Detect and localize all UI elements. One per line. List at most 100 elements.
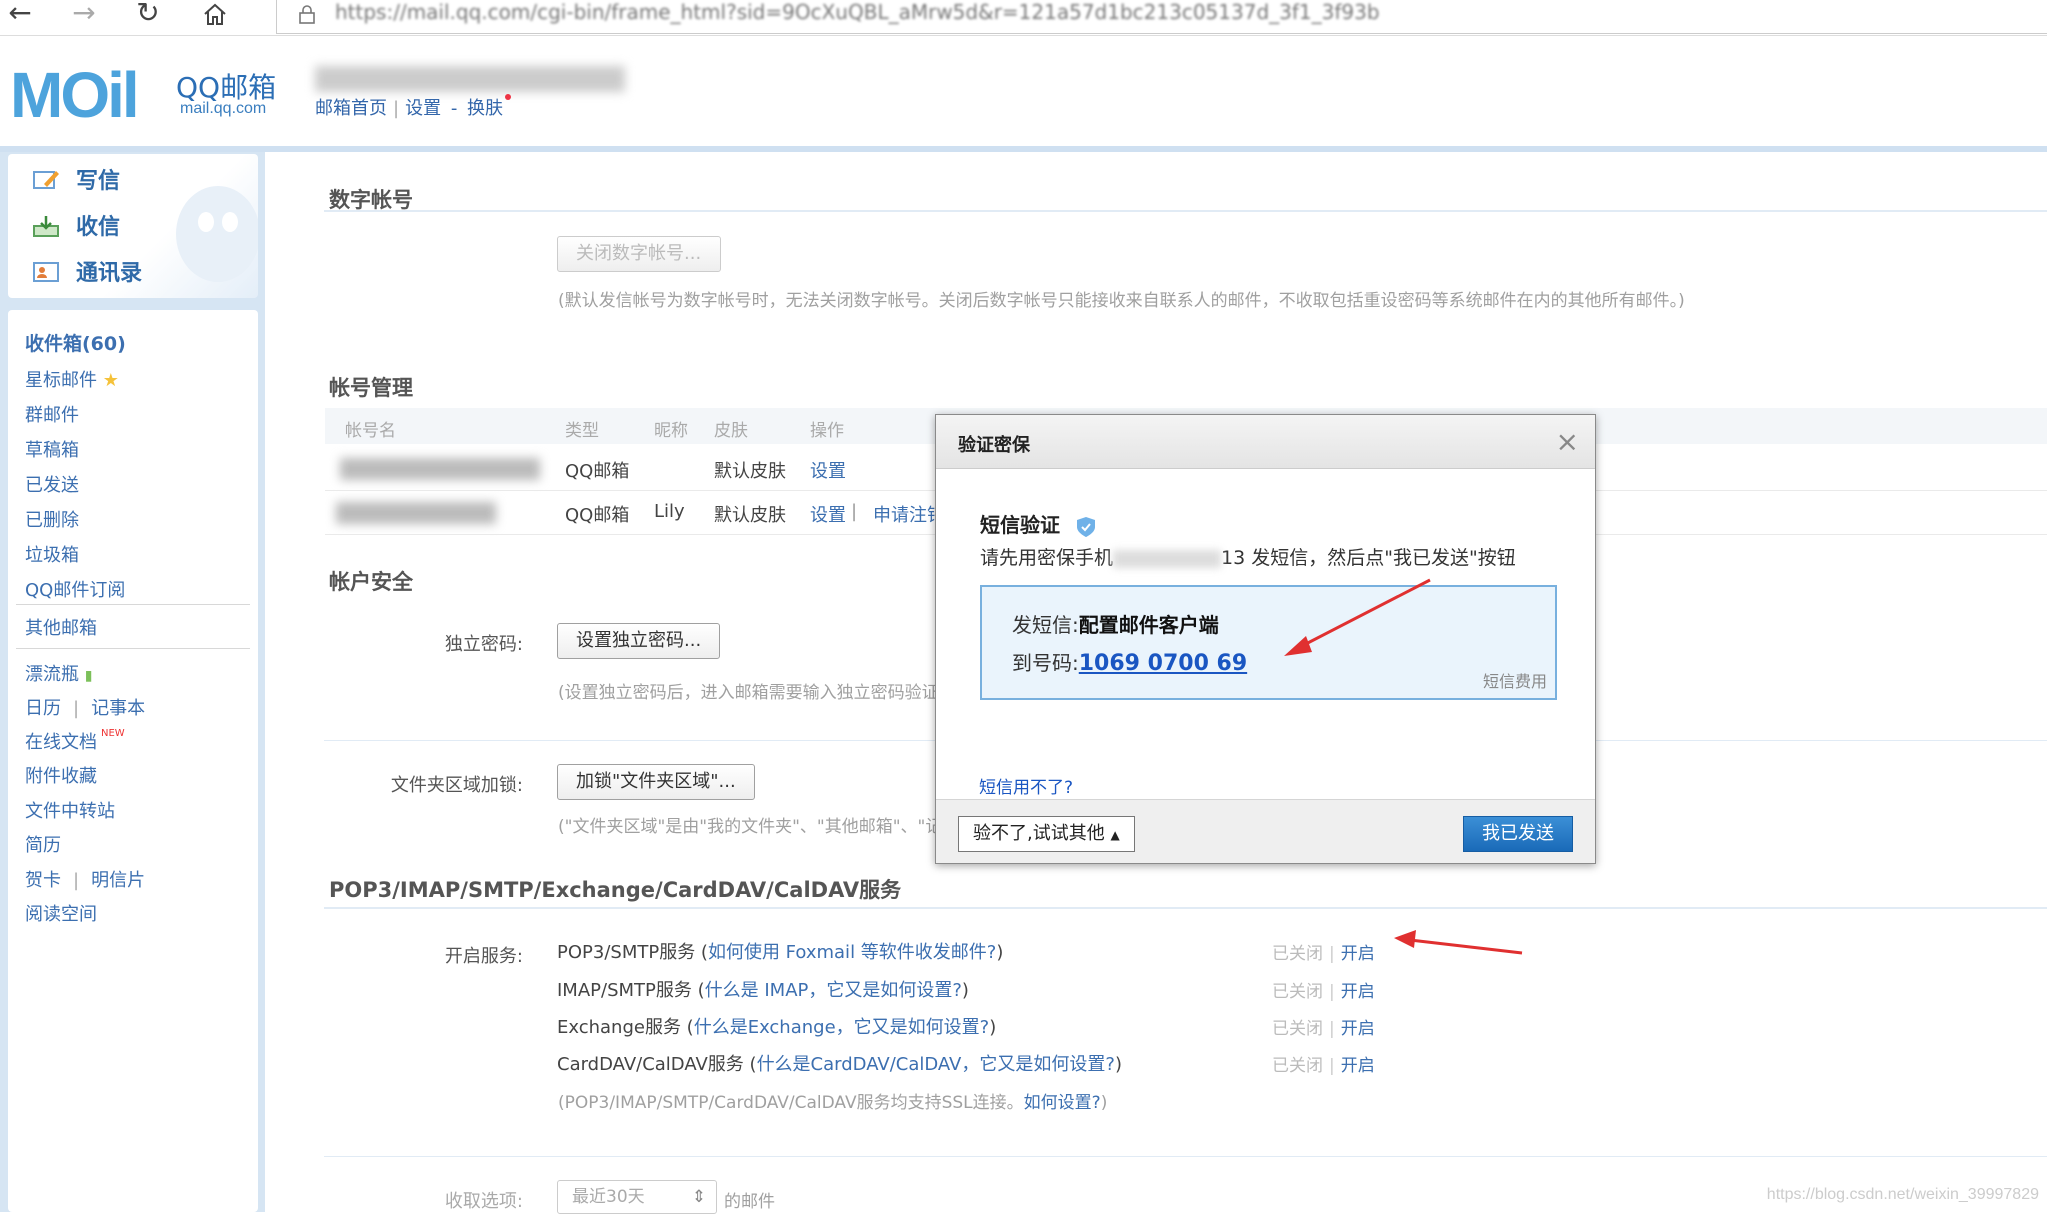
sms-info-box: 发短信:配置邮件客户端 到号码:1069 0700 69 短信费用 [980, 585, 1557, 700]
mail-logo[interactable]: MOil [10, 60, 137, 130]
receive-range-select[interactable]: 最近30天⇕ [557, 1180, 717, 1214]
account-name-blurred [336, 502, 496, 524]
receive-button[interactable]: 收信 [32, 210, 120, 246]
contacts-icon [32, 260, 60, 284]
lock-folder-button[interactable]: 加锁"文件夹区域"... [557, 764, 755, 800]
sms-instruction: 请先用密保手机13 发短信，然后点"我已发送"按钮 [980, 543, 1516, 570]
lock-icon [297, 4, 317, 24]
browser-toolbar: ← → ↻ https://mail.qq.com/cgi-bin/frame_… [0, 0, 2047, 36]
select-arrow-icon: ⇕ [692, 1181, 706, 1213]
close-digital-account-button[interactable]: 关闭数字帐号... [557, 236, 721, 272]
password-note: (设置独立密码后，进入邮箱需要输入独立密码验证) [558, 678, 945, 703]
section-line [324, 1156, 2047, 1157]
service-carddav-status: 已关闭|开启 [1272, 1051, 1375, 1076]
table-row-1-type: QQ邮箱 [565, 457, 629, 483]
table-row-2-nickname: Lily [654, 501, 685, 522]
folder-lock-label: 文件夹区域加锁: [391, 771, 523, 797]
ops-separator: | [851, 501, 857, 522]
nav-skin-link[interactable]: 换肤 [467, 98, 503, 119]
col-account: 帐号名 [345, 416, 396, 441]
sms-content-row: 发短信:配置邮件客户端 [1012, 609, 1219, 638]
section-title-accounts: 帐号管理 [329, 372, 413, 402]
refresh-icon[interactable]: ↻ [128, 0, 168, 30]
back-arrow-icon[interactable]: ← [0, 0, 40, 30]
table-row-2-skin: 默认皮肤 [714, 501, 786, 527]
top-links: 邮箱首页|设置 - 换肤 [315, 94, 511, 120]
file-transfer-link[interactable]: 文件中转站 [25, 797, 115, 823]
service-carddav: CardDAV/CalDAV服务 (什么是CardDAV/CalDAV，它又是如… [557, 1050, 1122, 1076]
username-blurred [315, 66, 625, 92]
sms-number-row: 到号码:1069 0700 69 [1012, 647, 1247, 676]
service-exchange-help-link[interactable]: 什么是Exchange，它又是如何设置? [694, 1017, 990, 1038]
sms-number-link[interactable]: 1069 0700 69 [1079, 651, 1247, 676]
service-exchange-status: 已关闭|开启 [1272, 1014, 1375, 1039]
calendar-notebook-row: 日历|记事本 [25, 694, 145, 720]
resume-link[interactable]: 简历 [25, 831, 61, 857]
address-bar[interactable]: https://mail.qq.com/cgi-bin/frame_html?s… [276, 0, 2047, 34]
folder-inbox[interactable]: 收件箱(60) [25, 329, 126, 356]
ssl-note: (POP3/IMAP/SMTP/CardDAV/CalDAV服务均支持SSL连接… [558, 1088, 1107, 1113]
folder-deleted[interactable]: 已删除 [25, 506, 79, 532]
table-row-2-type: QQ邮箱 [565, 501, 629, 527]
service-imap-help-link[interactable]: 什么是 IMAP，它又是如何设置? [705, 980, 962, 1001]
home-icon[interactable] [195, 0, 235, 30]
close-icon[interactable]: × [1556, 425, 1579, 458]
col-ops: 操作 [810, 416, 844, 441]
mail-header: MOil QQ邮箱 mail.qq.com 邮箱首页|设置 - 换肤 [0, 36, 2047, 148]
table-row-2-settings-link[interactable]: 设置 [810, 501, 846, 527]
enable-carddav-link[interactable]: 开启 [1341, 1056, 1375, 1076]
contacts-button[interactable]: 通讯录 [32, 256, 142, 292]
col-nickname: 昵称 [654, 416, 688, 441]
notebook-link[interactable]: 记事本 [91, 698, 145, 719]
table-row-1-skin: 默认皮肤 [714, 457, 786, 483]
folder-sent[interactable]: 已发送 [25, 471, 79, 497]
penguin-watermark-icon [148, 174, 258, 284]
nav-settings-link[interactable]: 设置 [405, 98, 441, 119]
cards-postcard-row: 贺卡|明信片 [25, 866, 145, 892]
set-password-button[interactable]: 设置独立密码... [557, 623, 720, 659]
cards-link[interactable]: 贺卡 [25, 870, 61, 891]
folder-spam[interactable]: 垃圾箱 [25, 541, 79, 567]
postcard-link[interactable]: 明信片 [91, 870, 145, 891]
sidebar-actions: 写信 收信 通讯录 [8, 154, 258, 298]
service-imap-status: 已关闭|开启 [1272, 977, 1375, 1002]
sms-content: 配置邮件客户端 [1079, 613, 1219, 637]
service-imap: IMAP/SMTP服务 (什么是 IMAP，它又是如何设置?) [557, 976, 969, 1002]
nav-home-link[interactable]: 邮箱首页 [315, 98, 387, 119]
ssl-help-link[interactable]: 如何设置? [1024, 1093, 1101, 1113]
enable-pop3-link[interactable]: 开启 [1341, 944, 1375, 964]
new-badge: NEW [101, 728, 125, 739]
compose-button[interactable]: 写信 [32, 164, 120, 200]
col-type: 类型 [565, 416, 599, 441]
attachments-link[interactable]: 附件收藏 [25, 762, 97, 788]
folder-subscriptions[interactable]: QQ邮件订阅 [25, 576, 125, 602]
reading-space-link[interactable]: 阅读空间 [25, 900, 97, 926]
try-other-button[interactable]: 验不了,试试其他 ▲ [958, 816, 1135, 852]
folder-starred[interactable]: 星标邮件 ★ [25, 366, 119, 392]
nav-dash: - [451, 98, 458, 119]
table-row-1-settings-link[interactable]: 设置 [810, 457, 846, 483]
dialog-footer: 验不了,试试其他 ▲ 我已发送 [936, 799, 1595, 863]
receive-suffix: 的邮件 [724, 1187, 775, 1212]
drift-bottle-link[interactable]: 漂流瓶 ▮ [25, 660, 92, 686]
folder-drafts[interactable]: 草稿箱 [25, 436, 79, 462]
sms-fee-link[interactable]: 短信费用 [1483, 668, 1547, 692]
section-title-services: POP3/IMAP/SMTP/Exchange/CardDAV/CalDAV服务 [329, 874, 901, 904]
enable-imap-link[interactable]: 开启 [1341, 982, 1375, 1002]
bottle-icon: ▮ [85, 668, 93, 684]
account-name-blurred [340, 458, 540, 480]
other-mailboxes[interactable]: 其他邮箱 [25, 614, 97, 640]
enable-exchange-link[interactable]: 开启 [1341, 1019, 1375, 1039]
service-carddav-help-link[interactable]: 什么是CardDAV/CalDAV，它又是如何设置? [757, 1054, 1115, 1075]
online-docs-link[interactable]: 在线文档NEW [25, 728, 125, 754]
watermark: https://blog.csdn.net/weixin_39997829 [1767, 1186, 2039, 1204]
service-pop3-help-link[interactable]: 如何使用 Foxmail 等软件收发邮件? [708, 942, 996, 963]
sent-confirm-button[interactable]: 我已发送 [1463, 816, 1573, 852]
section-line [324, 210, 2047, 212]
section-title-security: 帐户安全 [329, 566, 413, 596]
sms-unavailable-link[interactable]: 短信用不了? [979, 773, 1073, 798]
forward-arrow-icon[interactable]: → [64, 0, 104, 30]
folder-group[interactable]: 群邮件 [25, 401, 79, 427]
digital-account-note: (默认发信帐号为数字帐号时，无法关闭数字帐号。关闭后数字帐号只能接收来自联系人的… [558, 286, 1685, 311]
calendar-link[interactable]: 日历 [25, 698, 61, 719]
